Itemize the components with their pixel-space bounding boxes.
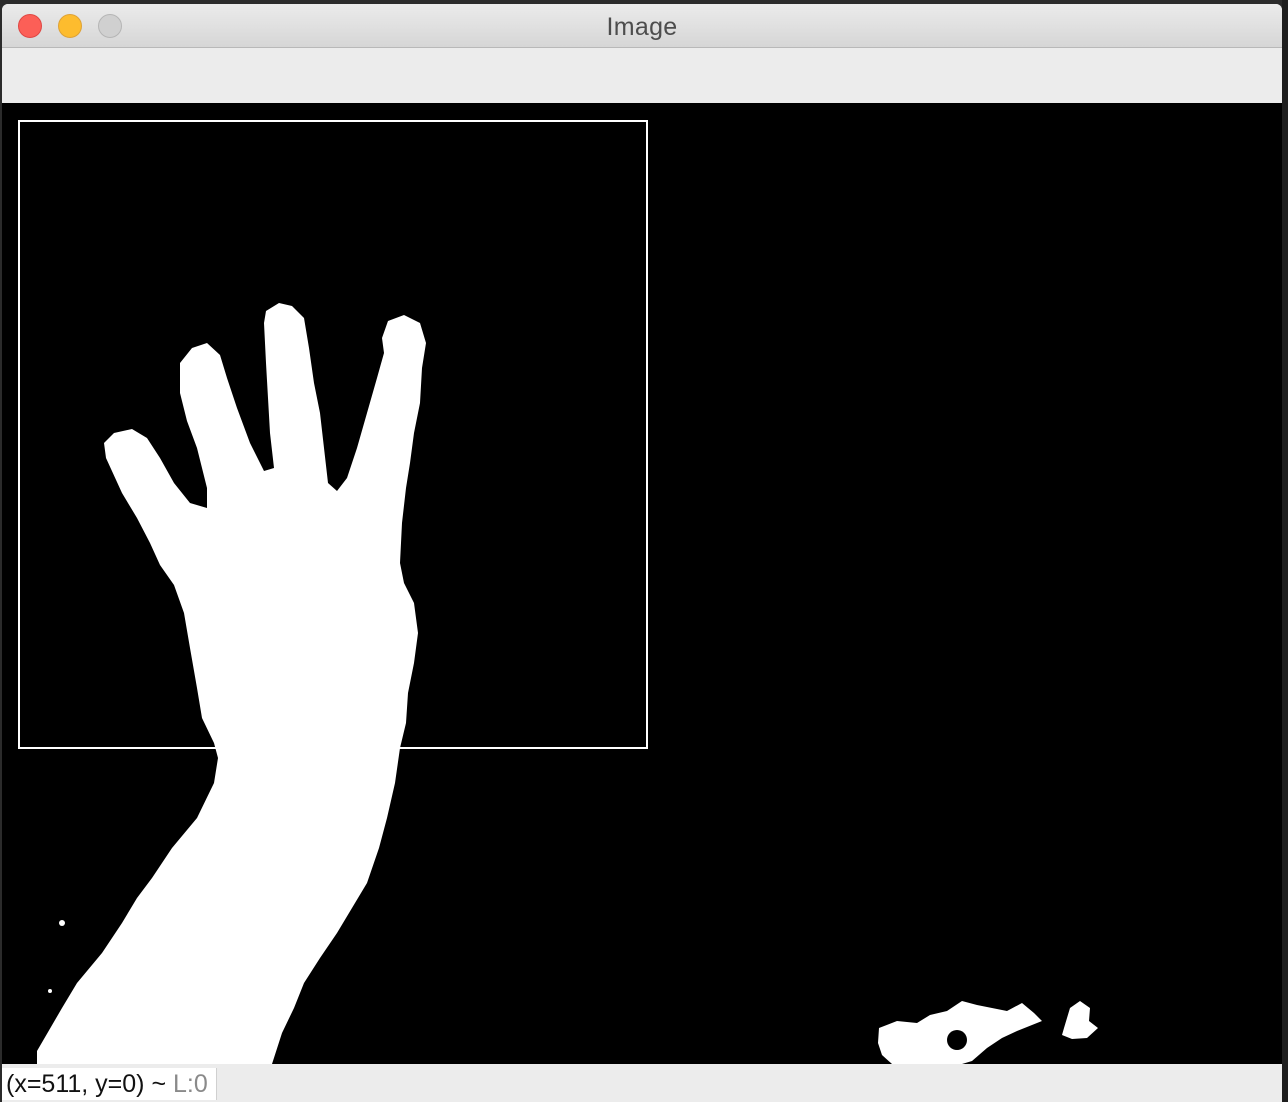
noise-speck: [48, 989, 52, 993]
cursor-coordinates: (x=511, y=0) ~: [6, 1070, 167, 1098]
image-window: Image (x=511, y=0) ~ L:0: [2, 4, 1282, 1102]
pixel-level: L:0: [173, 1070, 208, 1098]
blob-hole: [947, 1030, 967, 1050]
noise-speck: [59, 920, 65, 926]
background-desktop-edge: [1282, 0, 1288, 1102]
noise-blob: [1062, 1001, 1098, 1039]
toolbar: [2, 48, 1282, 103]
pixel-info: (x=511, y=0) ~ L:0: [2, 1068, 217, 1100]
title-bar[interactable]: Image: [2, 4, 1282, 48]
window-title: Image: [606, 13, 678, 41]
hand-silhouette: [37, 303, 426, 1064]
status-bar: (x=511, y=0) ~ L:0: [2, 1064, 1282, 1102]
image-canvas[interactable]: [2, 103, 1282, 1064]
mask-image: [18, 120, 1098, 1064]
